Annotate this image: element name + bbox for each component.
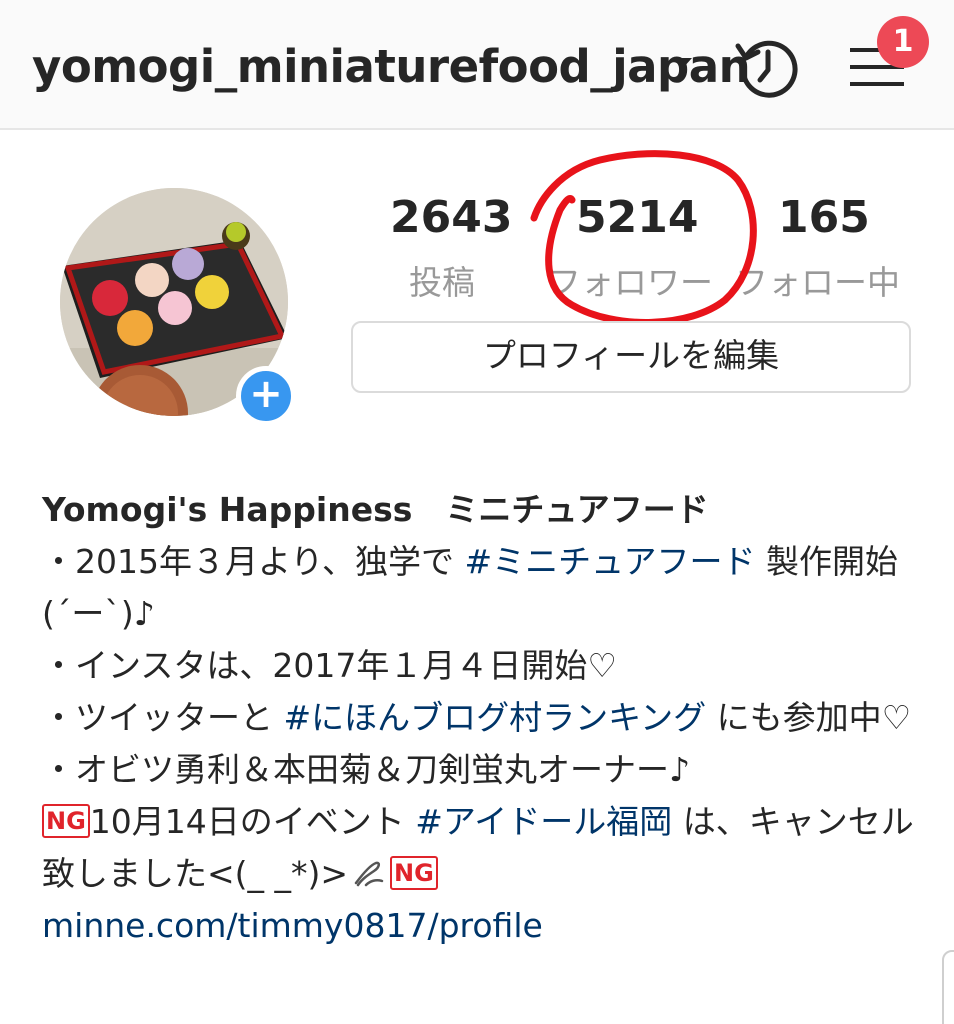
bio-line-5: NG 10月14日のイベント #アイドール福岡 は、キャンセル致しました<(_ _… [42,796,932,900]
notification-badge: 1 [877,16,929,68]
bio-line-2: ・インスタは、2017年１月４日開始♡ [42,646,617,685]
history-icon[interactable] [732,32,802,102]
add-story-icon[interactable]: + [236,366,296,426]
followers-label[interactable]: フォロワー [548,256,713,304]
hashtag-link[interactable]: #にほんブログ村ランキング [284,698,707,737]
edit-profile-button[interactable]: プロフィールを編集 [351,321,911,393]
following-count[interactable]: 165 [778,192,870,243]
pencil-icon [354,861,384,887]
bio-line-1: ・2015年３月より、独学で #ミニチュアフード 製作開始(´ー`)♪ [42,536,932,640]
dropdown-caret-icon[interactable] [674,58,692,68]
followers-count[interactable]: 5214 [576,192,698,243]
website-link[interactable]: minne.com/timmy0817/profile [42,900,932,952]
bio-text: にも参加中♡ [706,698,912,737]
overlay-edge [942,950,954,1024]
posts-count[interactable]: 2643 [390,192,512,243]
hashtag-link[interactable]: #ミニチュアフード [465,542,756,581]
posts-label[interactable]: 投稿 [409,256,475,304]
display-name: Yomogi's Happiness ミニチュアフード [42,490,709,529]
bio-text: ・ツイッターと [42,698,284,737]
top-bar: yomogi_miniaturefood_japan 1 [0,0,954,130]
account-switcher-username[interactable]: yomogi_miniaturefood_japan [32,40,751,93]
ng-emoji-icon: NG [390,856,438,890]
bio-line-3: ・ツイッターと #にほんブログ村ランキング にも参加中♡ [42,692,932,744]
following-label[interactable]: フォロー中 [735,256,900,304]
bio-text: 10月14日のイベント [89,802,416,841]
profile-bio: Yomogi's Happiness ミニチュアフード ・2015年３月より、独… [42,484,932,952]
hashtag-link[interactable]: #アイドール福岡 [415,802,672,841]
ng-emoji-icon: NG [42,804,90,838]
bio-line-4: ・オビツ勇利＆本田菊＆刀剣蛍丸オーナー♪ [42,750,691,789]
bio-text: ・2015年３月より、独学で [42,542,465,581]
